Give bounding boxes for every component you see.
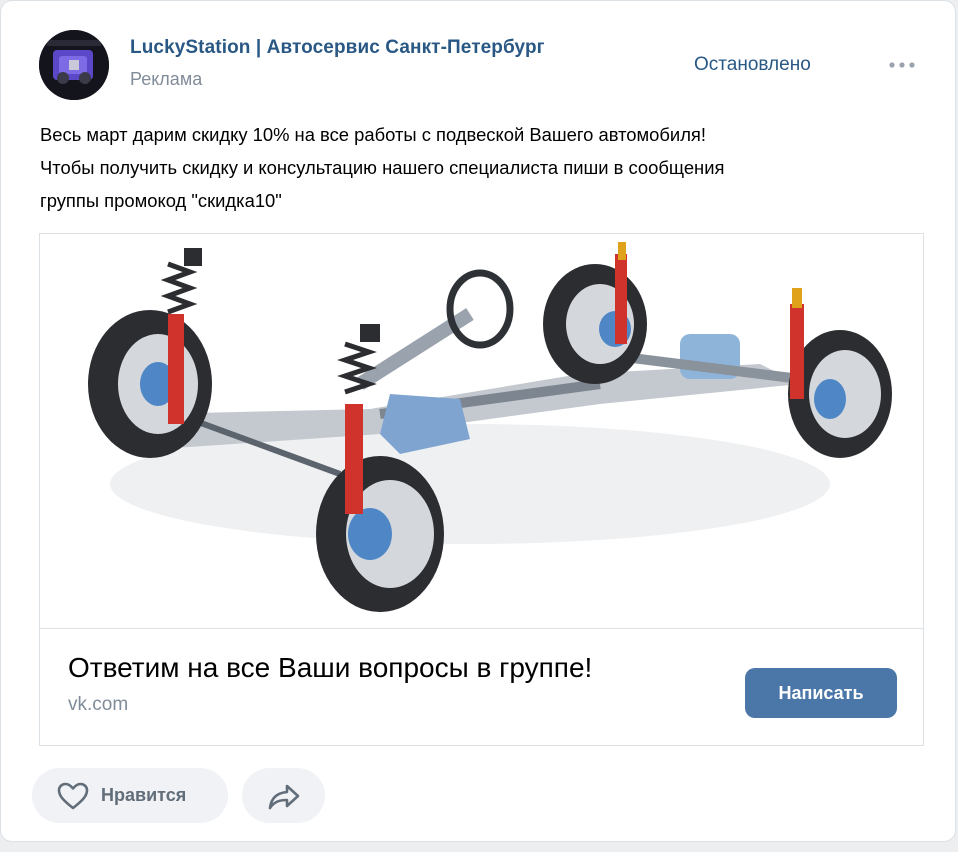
- post-text-line: группы промокод "скидка10": [40, 190, 282, 211]
- car-suspension-illustration[interactable]: [40, 234, 923, 629]
- heart-icon: [57, 782, 89, 809]
- post-text-line: Чтобы получить скидку и консультацию наш…: [40, 157, 725, 178]
- ad-snippet[interactable]: Ответим на все Ваши вопросы в группе! vk…: [39, 233, 924, 746]
- ad-label: Реклама: [130, 69, 203, 89]
- group-avatar[interactable]: [39, 30, 109, 100]
- ad-headline[interactable]: Ответим на все Ваши вопросы в группе!: [68, 652, 592, 684]
- ad-domain: vk.com: [68, 694, 129, 715]
- like-label: Нравится: [101, 785, 187, 805]
- status-stopped-link[interactable]: Остановлено: [694, 54, 811, 76]
- post-text: Весь март дарим скидку 10% на все работы…: [40, 118, 920, 217]
- group-name-link[interactable]: LuckyStation | Автосервис Санкт-Петербур…: [130, 37, 545, 59]
- share-arrow-icon: [268, 784, 299, 809]
- ad-post-card: LuckyStation | Автосервис Санкт-Петербур…: [0, 0, 956, 842]
- like-button[interactable]: Нравится: [32, 768, 228, 823]
- share-button[interactable]: [242, 768, 325, 823]
- engine-photo-icon: [39, 30, 109, 100]
- more-options-icon[interactable]: [885, 55, 921, 75]
- write-message-button[interactable]: Написать: [745, 668, 897, 718]
- post-text-line: Весь март дарим скидку 10% на все работы…: [40, 124, 706, 145]
